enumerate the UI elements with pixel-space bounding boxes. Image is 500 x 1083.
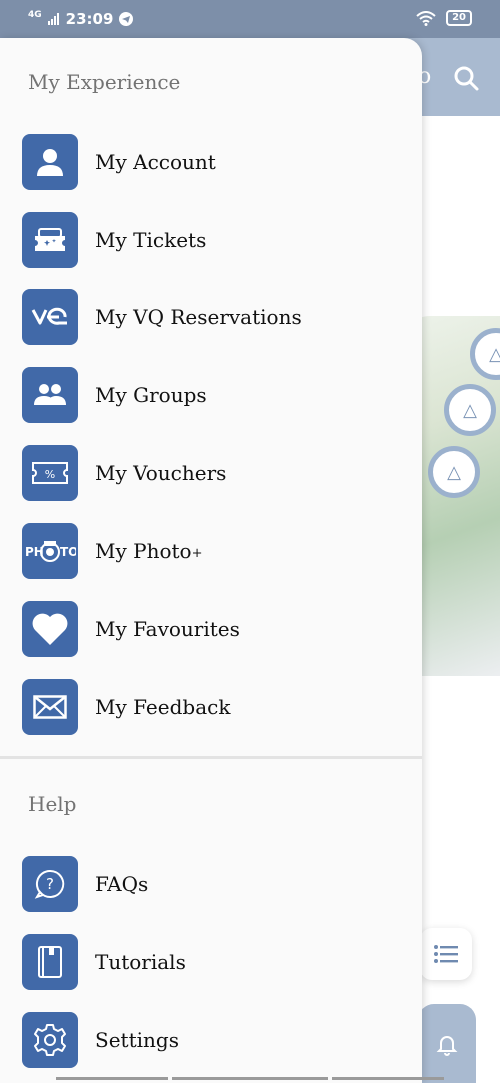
battery-indicator: 20 [446,10,472,26]
svg-text:?: ? [46,875,54,893]
status-right: 20 [416,10,472,26]
photo-icon: PH TO [22,523,78,579]
menu-item-my-account[interactable]: My Account [22,134,402,190]
menu-item-label: My Vouchers [95,461,227,485]
menu-item-my-groups[interactable]: My Groups [22,367,402,423]
menu-item-label: My Feedback [95,695,231,719]
menu-item-label: Tutorials [95,950,186,974]
section-title-experience: My Experience [28,70,181,94]
telegram-icon [119,12,134,26]
menu-item-my-vq-reservations[interactable]: My VQ Reservations [22,289,402,345]
groups-icon [22,367,78,423]
status-left: 4G 23:09 [28,9,134,28]
navigation-drawer: My Experience My Account My Tickets My V… [0,38,422,1083]
ride-pin-icon[interactable]: △ [428,446,480,498]
network-indicator: 4G [28,9,42,20]
nav-bar-segment [332,1077,444,1080]
clock: 23:09 [65,10,114,28]
account-icon [22,134,78,190]
menu-item-label: My Favourites [95,617,240,641]
gear-icon [22,1012,78,1068]
menu-item-label: My Photo+ [95,539,203,563]
menu-item-my-favourites[interactable]: My Favourites [22,601,402,657]
list-icon [434,945,458,963]
list-view-button[interactable] [420,928,472,980]
search-icon[interactable] [452,64,480,92]
nav-bar-segment [172,1077,328,1080]
menu-item-label: Settings [95,1028,179,1052]
question-icon: ? [22,856,78,912]
photo-label-text: My Photo [95,539,192,563]
signal-icon [47,13,59,25]
nav-bar-segment [56,1077,168,1080]
ride-pin-icon[interactable]: △ [444,384,496,436]
menu-item-my-photo-plus[interactable]: PH TO My Photo+ [22,523,402,579]
notifications-button[interactable] [418,1004,476,1083]
menu-item-label: My VQ Reservations [95,305,302,329]
menu-item-my-feedback[interactable]: My Feedback [22,679,402,735]
heart-icon [22,601,78,657]
bell-icon [436,1036,458,1056]
menu-item-label: My Tickets [95,228,207,252]
menu-item-my-vouchers[interactable]: % My Vouchers [22,445,402,501]
envelope-icon [22,679,78,735]
menu-item-label: My Account [95,150,216,174]
status-bar: 4G 23:09 20 [0,0,500,38]
wifi-icon [416,10,436,26]
menu-item-label: FAQs [95,872,149,896]
svg-text:%: % [45,468,55,481]
section-title-help: Help [28,792,77,816]
voucher-icon: % [22,445,78,501]
vq-icon [22,289,78,345]
menu-item-faqs[interactable]: ? FAQs [22,856,402,912]
photo-plus-suffix: + [191,546,203,561]
menu-item-label: My Groups [95,383,207,407]
ticket-icon [22,212,78,268]
book-icon [22,934,78,990]
svg-text:TO: TO [60,545,76,559]
menu-item-settings[interactable]: Settings [22,1012,402,1068]
menu-item-my-tickets[interactable]: My Tickets [22,212,402,268]
menu-item-tutorials[interactable]: Tutorials [22,934,402,990]
section-divider [0,756,422,759]
